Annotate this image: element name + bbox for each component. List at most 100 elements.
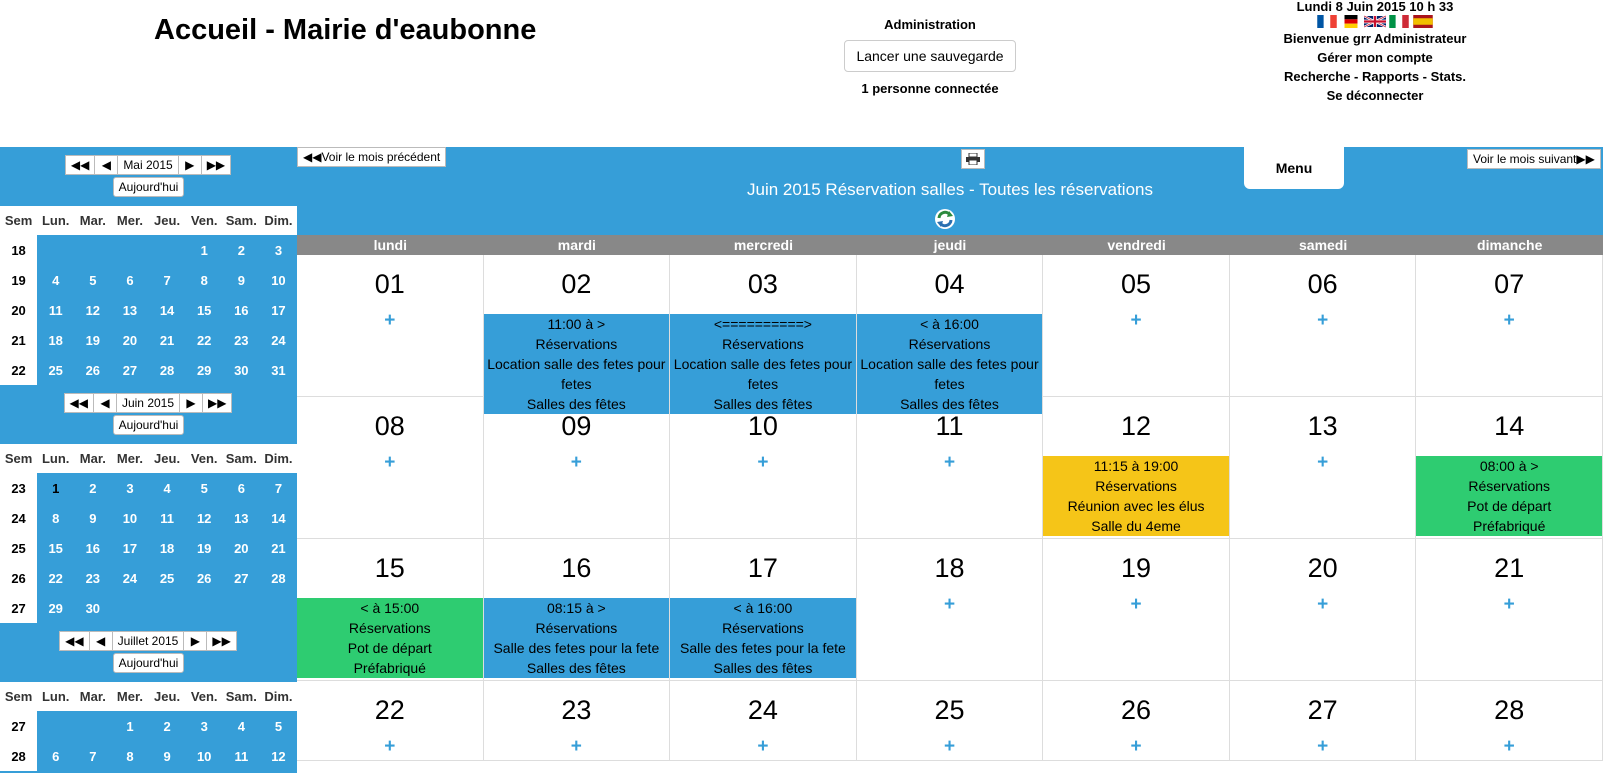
day-cell[interactable]: 15 xyxy=(186,295,223,325)
day-cell[interactable]: 23 + xyxy=(483,681,671,764)
day-cell[interactable]: 23 xyxy=(74,563,111,593)
day-cell[interactable]: 24 + xyxy=(670,681,857,761)
day-cell[interactable]: 19 xyxy=(74,325,111,355)
day-number[interactable]: 21 xyxy=(1416,539,1602,595)
day-cell[interactable]: 23 xyxy=(223,325,260,355)
add-booking-icon[interactable]: + xyxy=(857,453,1043,480)
add-booking-icon[interactable]: + xyxy=(1416,311,1602,338)
day-cell[interactable]: 7 xyxy=(74,741,111,771)
day-cell[interactable]: 8 xyxy=(186,265,223,295)
day-cell[interactable]: 3 xyxy=(260,235,297,265)
next-month-icon[interactable]: ▶ xyxy=(183,631,208,651)
day-cell[interactable]: 12 xyxy=(74,295,111,325)
day-cell[interactable]: 14+08:00 à >RéservationsPot de départPré… xyxy=(1416,397,1603,539)
day-number[interactable]: 15 xyxy=(297,539,483,595)
day-cell[interactable]: 10 xyxy=(186,741,223,771)
prev-year-icon[interactable]: ◀◀ xyxy=(59,631,90,651)
add-booking-icon[interactable]: + xyxy=(297,453,483,480)
day-cell[interactable]: 9 xyxy=(149,741,186,771)
day-cell[interactable]: 17+< à 16:00RéservationsSalle des fetes … xyxy=(670,539,857,681)
day-cell[interactable]: 13 xyxy=(111,295,148,325)
de-flag[interactable] xyxy=(1340,15,1362,28)
day-number[interactable]: 20 xyxy=(1230,539,1416,595)
day-cell[interactable]: 10 xyxy=(111,503,148,533)
booking-event[interactable]: < à 15:00 Réservations Pot de départ Préfab… xyxy=(297,598,483,678)
week-number[interactable]: 18 xyxy=(0,235,38,265)
booking-event[interactable]: < à 16:00 Réservations Salle des fetes pou… xyxy=(670,598,856,678)
day-cell[interactable]: 31 xyxy=(260,355,297,385)
day-cell[interactable]: 2 xyxy=(74,473,111,503)
add-booking-icon[interactable]: + xyxy=(297,311,483,338)
day-number[interactable]: 03 xyxy=(670,255,856,311)
day-number[interactable]: 25 xyxy=(857,681,1043,737)
week-number[interactable]: 20 xyxy=(0,295,38,325)
week-number[interactable]: 25 xyxy=(0,533,38,563)
day-cell[interactable]: 5 xyxy=(74,265,111,295)
add-booking-icon[interactable]: + xyxy=(484,737,670,764)
day-cell[interactable]: 13 + xyxy=(1229,397,1417,539)
day-number[interactable]: 28 xyxy=(1416,681,1602,737)
week-number[interactable]: 21 xyxy=(0,325,38,355)
day-number[interactable]: 19 xyxy=(1043,539,1229,595)
week-number[interactable]: 27 xyxy=(0,593,38,623)
day-cell[interactable]: 4 xyxy=(37,265,74,295)
day-cell[interactable]: 20 + xyxy=(1229,539,1417,681)
day-cell[interactable]: 16+08:15 à >RéservationsSalle des fetes … xyxy=(483,539,671,681)
day-cell[interactable]: 21 xyxy=(149,325,186,355)
day-cell[interactable]: 5 xyxy=(260,711,297,741)
prev-year-icon[interactable]: ◀◀ xyxy=(64,155,96,175)
day-cell[interactable]: 19 + xyxy=(1043,539,1230,681)
day-number[interactable]: 13 xyxy=(1230,397,1416,453)
day-cell[interactable]: 21 xyxy=(260,533,297,563)
day-number[interactable]: 09 xyxy=(484,397,670,453)
day-number[interactable]: 14 xyxy=(1416,397,1602,453)
prev-month-icon[interactable]: ◀ xyxy=(94,155,119,175)
next-month-icon[interactable]: ▶ xyxy=(179,393,204,413)
add-booking-icon[interactable]: + xyxy=(1230,311,1416,338)
add-booking-icon[interactable]: + xyxy=(297,737,483,764)
day-cell[interactable]: 6 xyxy=(111,265,148,295)
add-booking-icon[interactable]: + xyxy=(1230,595,1416,622)
day-cell[interactable]: 27 xyxy=(223,563,260,593)
today-button[interactable]: Aujourd'hui xyxy=(112,177,185,197)
week-number[interactable]: 19 xyxy=(0,265,38,295)
next-year-icon[interactable]: ▶▶ xyxy=(202,393,233,413)
day-cell[interactable]: 4 xyxy=(223,711,260,741)
day-number[interactable]: 06 xyxy=(1230,255,1416,311)
day-cell[interactable]: 18 xyxy=(37,325,74,355)
day-cell[interactable]: 21 + xyxy=(1416,539,1603,681)
day-number[interactable]: 22 xyxy=(297,681,483,737)
add-booking-icon[interactable]: + xyxy=(1043,311,1229,338)
day-number[interactable]: 17 xyxy=(670,539,856,595)
day-cell[interactable]: 12 xyxy=(260,741,297,771)
day-cell[interactable]: 11 xyxy=(223,741,260,771)
next-year-icon[interactable]: ▶▶ xyxy=(200,155,232,175)
search-reports-link[interactable]: Recherche - Rapports - Stats. xyxy=(1250,67,1500,86)
day-cell[interactable]: 13 xyxy=(223,503,260,533)
week-number[interactable]: 27 xyxy=(0,711,38,741)
day-number[interactable]: 04 xyxy=(857,255,1043,311)
day-cell[interactable]: 27 + xyxy=(1229,681,1417,764)
day-cell[interactable]: 22 + xyxy=(297,681,484,761)
day-cell[interactable]: 5 xyxy=(186,473,223,503)
day-number[interactable]: 01 xyxy=(297,255,483,311)
day-cell[interactable]: 1 xyxy=(111,711,148,741)
booking-event[interactable]: 08:15 à > Réservations Salle des fetes pou… xyxy=(483,598,670,678)
add-booking-icon[interactable]: + xyxy=(670,737,856,764)
today-button[interactable]: Aujourd'hui xyxy=(112,653,185,673)
today-button[interactable]: Aujourd'hui xyxy=(112,415,185,435)
day-cell[interactable]: 05 + xyxy=(1043,255,1230,397)
es-flag[interactable] xyxy=(1412,15,1434,28)
day-cell[interactable]: 18 + xyxy=(856,539,1044,681)
prev-year-icon[interactable]: ◀◀ xyxy=(63,393,94,413)
admin-link[interactable]: Administration xyxy=(830,17,1030,32)
day-cell[interactable]: 3 xyxy=(186,711,223,741)
add-booking-icon[interactable]: + xyxy=(484,453,670,480)
print-icon[interactable] xyxy=(961,149,985,169)
manage-account-link[interactable]: Gérer mon compte xyxy=(1250,48,1500,67)
day-cell[interactable]: 20 xyxy=(223,533,260,563)
add-booking-icon[interactable]: + xyxy=(1416,595,1602,622)
add-booking-icon[interactable]: + xyxy=(1416,737,1602,764)
day-cell[interactable]: 19 xyxy=(186,533,223,563)
add-booking-icon[interactable]: + xyxy=(1230,737,1416,764)
